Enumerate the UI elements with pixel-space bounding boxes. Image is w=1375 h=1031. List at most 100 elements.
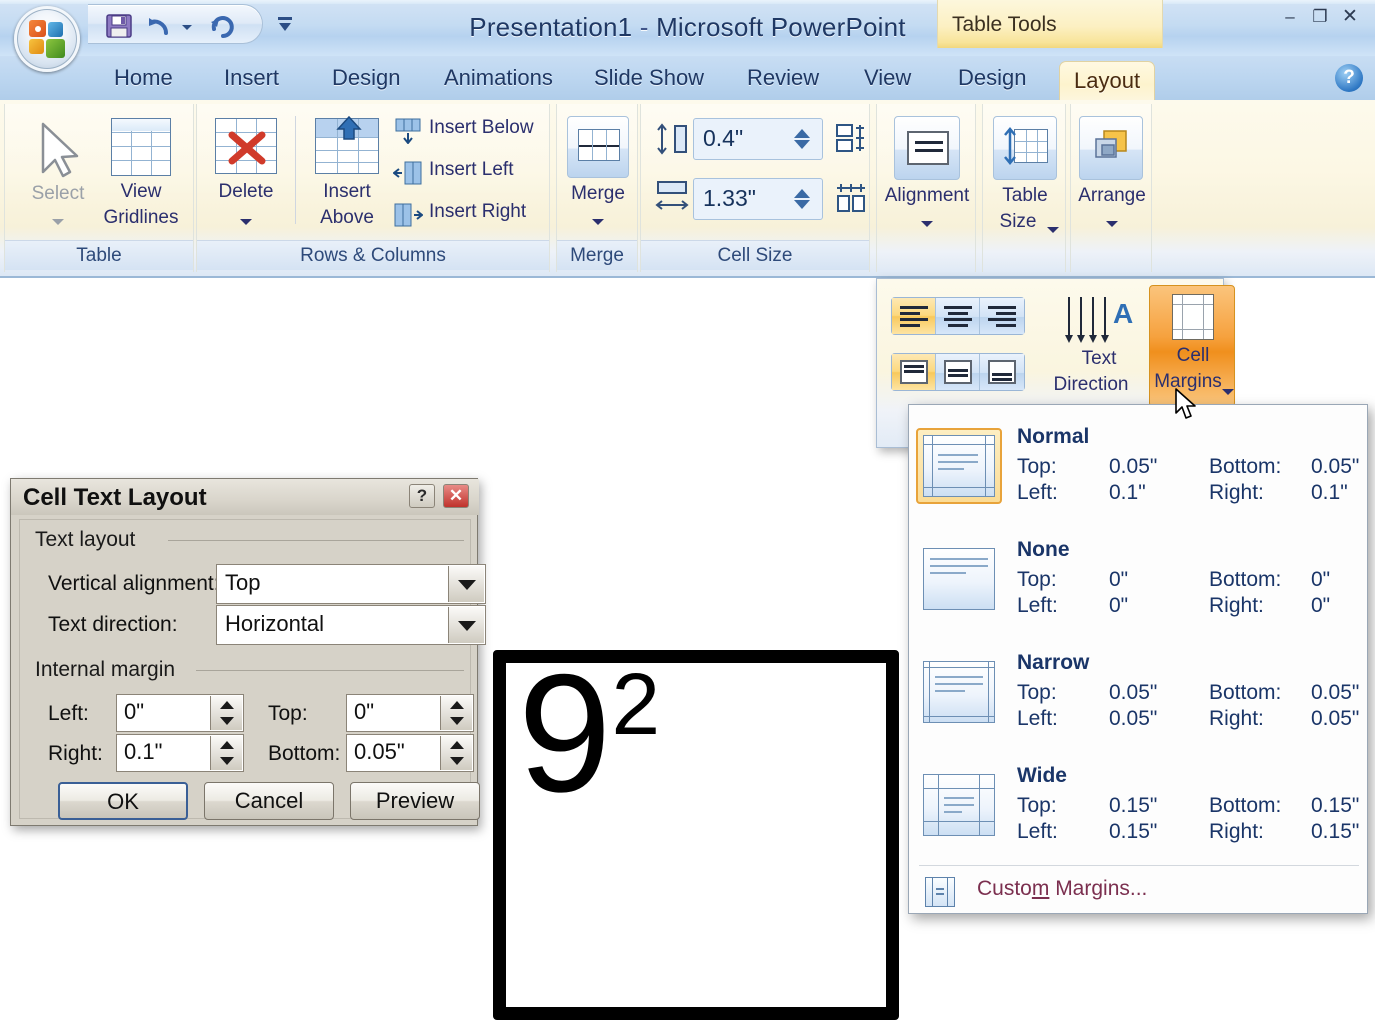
column-width-increase-icon[interactable] bbox=[794, 189, 810, 198]
arrange-button-label[interactable]: Arrange bbox=[1071, 186, 1153, 206]
cell-margins-label-line1[interactable]: Cell bbox=[1150, 346, 1236, 366]
bottom-value: 0.05" bbox=[1311, 681, 1360, 704]
row-height-decrease-icon[interactable] bbox=[794, 140, 810, 149]
alignment-button-label[interactable]: Alignment bbox=[877, 186, 977, 206]
tab-view[interactable]: View bbox=[850, 56, 925, 100]
dialog-title-bar[interactable]: Cell Text Layout ? ✕ bbox=[11, 479, 479, 515]
margin-right-input[interactable]: 0.1" bbox=[116, 734, 244, 772]
table-size-label-line1[interactable]: Table bbox=[983, 186, 1067, 206]
align-left-button[interactable] bbox=[892, 298, 936, 334]
table-cell-text[interactable]: 92 bbox=[518, 649, 660, 817]
tab-design[interactable]: Design bbox=[318, 56, 414, 100]
bottom-value: 0" bbox=[1311, 568, 1331, 591]
custom-margins-label[interactable]: Custom Margins... bbox=[977, 877, 1147, 901]
maximize-button[interactable]: ❐ bbox=[1307, 6, 1333, 28]
margin-top-stepper[interactable] bbox=[440, 696, 472, 730]
cell-margins-dropdown-chevron-down-icon[interactable] bbox=[1222, 382, 1234, 400]
margin-left-stepper[interactable] bbox=[210, 696, 242, 730]
insert-above-label-line2[interactable]: Above bbox=[307, 208, 387, 228]
text-direction-label-line2[interactable]: Direction bbox=[1027, 375, 1155, 395]
dialog-help-button[interactable]: ? bbox=[409, 484, 435, 508]
customize-quick-access-toolbar-icon[interactable] bbox=[275, 14, 295, 34]
close-button[interactable]: ✕ bbox=[1337, 6, 1363, 28]
text-direction-combobox[interactable]: Horizontal bbox=[216, 605, 486, 645]
arrange-button[interactable] bbox=[1079, 116, 1143, 180]
ok-button[interactable]: OK bbox=[58, 782, 188, 820]
align-right-button[interactable] bbox=[980, 298, 1024, 334]
insert-left-label[interactable]: Insert Left bbox=[429, 160, 514, 180]
cell-margins-option-wide[interactable]: Wide Top: 0.15" Bottom: 0.15" Left: 0.15… bbox=[909, 752, 1369, 865]
tab-animations[interactable]: Animations bbox=[430, 56, 567, 100]
dialog-close-button[interactable]: ✕ bbox=[443, 484, 469, 508]
text-direction-label-line1[interactable]: Text bbox=[1051, 349, 1147, 369]
margin-bottom-stepper[interactable] bbox=[440, 736, 472, 770]
insert-above-label-line1[interactable]: Insert bbox=[307, 182, 387, 202]
table-size-dropdown-chevron-down-icon[interactable] bbox=[1047, 220, 1059, 238]
table-cell-exponent: 2 bbox=[611, 655, 661, 753]
ribbon-group-label-merge: Merge bbox=[557, 240, 637, 270]
align-top-button[interactable] bbox=[892, 354, 936, 390]
none-margin-thumbnail-icon bbox=[923, 548, 995, 610]
save-icon[interactable] bbox=[106, 13, 132, 39]
narrow-margin-thumbnail-icon bbox=[923, 661, 995, 723]
tab-slide-show[interactable]: Slide Show bbox=[580, 56, 718, 100]
slide-table-cell[interactable]: 92 bbox=[493, 649, 899, 1020]
undo-icon[interactable] bbox=[146, 13, 172, 39]
view-gridlines-label-line2[interactable]: Gridlines bbox=[91, 208, 191, 228]
margin-top-input[interactable]: 0" bbox=[346, 694, 474, 732]
select-dropdown-chevron-down-icon[interactable] bbox=[52, 212, 64, 230]
merge-button[interactable] bbox=[567, 116, 629, 178]
margin-left-input[interactable]: 0" bbox=[116, 694, 244, 732]
vertical-alignment-combobox[interactable]: Top bbox=[216, 564, 486, 604]
title-bar: Table Tools Presentation1 - Microsoft Po… bbox=[0, 0, 1375, 72]
group-divider bbox=[295, 116, 296, 224]
table-size-label-line2[interactable]: Size bbox=[983, 212, 1053, 232]
merge-button-label[interactable]: Merge bbox=[559, 184, 637, 204]
custom-margins-menu-item[interactable]: Custom Margins... bbox=[909, 869, 1369, 915]
column-width-decrease-icon[interactable] bbox=[794, 200, 810, 209]
align-middle-button[interactable] bbox=[936, 354, 980, 390]
delete-button-label[interactable]: Delete bbox=[205, 182, 287, 202]
column-width-value[interactable]: 1.33" bbox=[703, 185, 756, 212]
align-bottom-button[interactable] bbox=[980, 354, 1024, 390]
vertical-alignment-chevron-down-icon[interactable] bbox=[448, 566, 484, 602]
group-label-text-layout: Text layout bbox=[30, 528, 141, 552]
delete-dropdown-chevron-down-icon[interactable] bbox=[240, 212, 252, 230]
row-height-spinbox[interactable]: 0.4" bbox=[693, 118, 823, 160]
margin-bottom-input[interactable]: 0.05" bbox=[346, 734, 474, 772]
row-height-value[interactable]: 0.4" bbox=[703, 125, 743, 152]
distribute-columns-icon[interactable] bbox=[835, 182, 867, 214]
cell-margins-option-none[interactable]: None Top: 0" Bottom: 0" Left: 0" Right: … bbox=[909, 526, 1369, 639]
tab-home[interactable]: Home bbox=[100, 56, 187, 100]
tab-insert[interactable]: Insert bbox=[210, 56, 293, 100]
merge-dropdown-chevron-down-icon[interactable] bbox=[592, 212, 604, 230]
help-icon[interactable]: ? bbox=[1335, 64, 1363, 92]
table-size-button[interactable] bbox=[993, 116, 1057, 180]
cell-margins-option-normal[interactable]: Normal Top: 0.05" Bottom: 0.05" Left: 0.… bbox=[909, 413, 1369, 526]
insert-below-label[interactable]: Insert Below bbox=[429, 118, 534, 138]
alignment-dropdown-chevron-down-icon[interactable] bbox=[921, 214, 933, 232]
tab-table-design[interactable]: Design bbox=[944, 56, 1040, 100]
right-value: 0" bbox=[1311, 594, 1331, 617]
text-direction-button[interactable]: A Text Direction bbox=[1054, 295, 1169, 405]
cancel-button[interactable]: Cancel bbox=[204, 782, 334, 820]
select-button-label[interactable]: Select bbox=[17, 184, 99, 204]
office-button[interactable] bbox=[14, 6, 80, 72]
column-width-spinbox[interactable]: 1.33" bbox=[693, 178, 823, 220]
text-direction-chevron-down-icon[interactable] bbox=[448, 607, 484, 643]
arrange-dropdown-chevron-down-icon[interactable] bbox=[1106, 214, 1118, 232]
row-height-increase-icon[interactable] bbox=[794, 129, 810, 138]
tab-review[interactable]: Review bbox=[733, 56, 833, 100]
preview-button[interactable]: Preview bbox=[350, 782, 480, 820]
undo-dropdown-chevron-down-icon[interactable] bbox=[182, 25, 192, 30]
view-gridlines-label-line1[interactable]: View bbox=[101, 182, 181, 202]
tab-table-layout[interactable]: Layout bbox=[1059, 61, 1156, 100]
redo-icon[interactable] bbox=[210, 13, 236, 39]
alignment-button[interactable] bbox=[894, 116, 960, 180]
margin-right-stepper[interactable] bbox=[210, 736, 242, 770]
cell-margins-option-narrow[interactable]: Narrow Top: 0.05" Bottom: 0.05" Left: 0.… bbox=[909, 639, 1369, 752]
distribute-rows-icon[interactable] bbox=[835, 122, 867, 154]
insert-right-label[interactable]: Insert Right bbox=[429, 202, 526, 222]
align-center-button[interactable] bbox=[936, 298, 980, 334]
minimize-button[interactable]: – bbox=[1277, 6, 1303, 28]
